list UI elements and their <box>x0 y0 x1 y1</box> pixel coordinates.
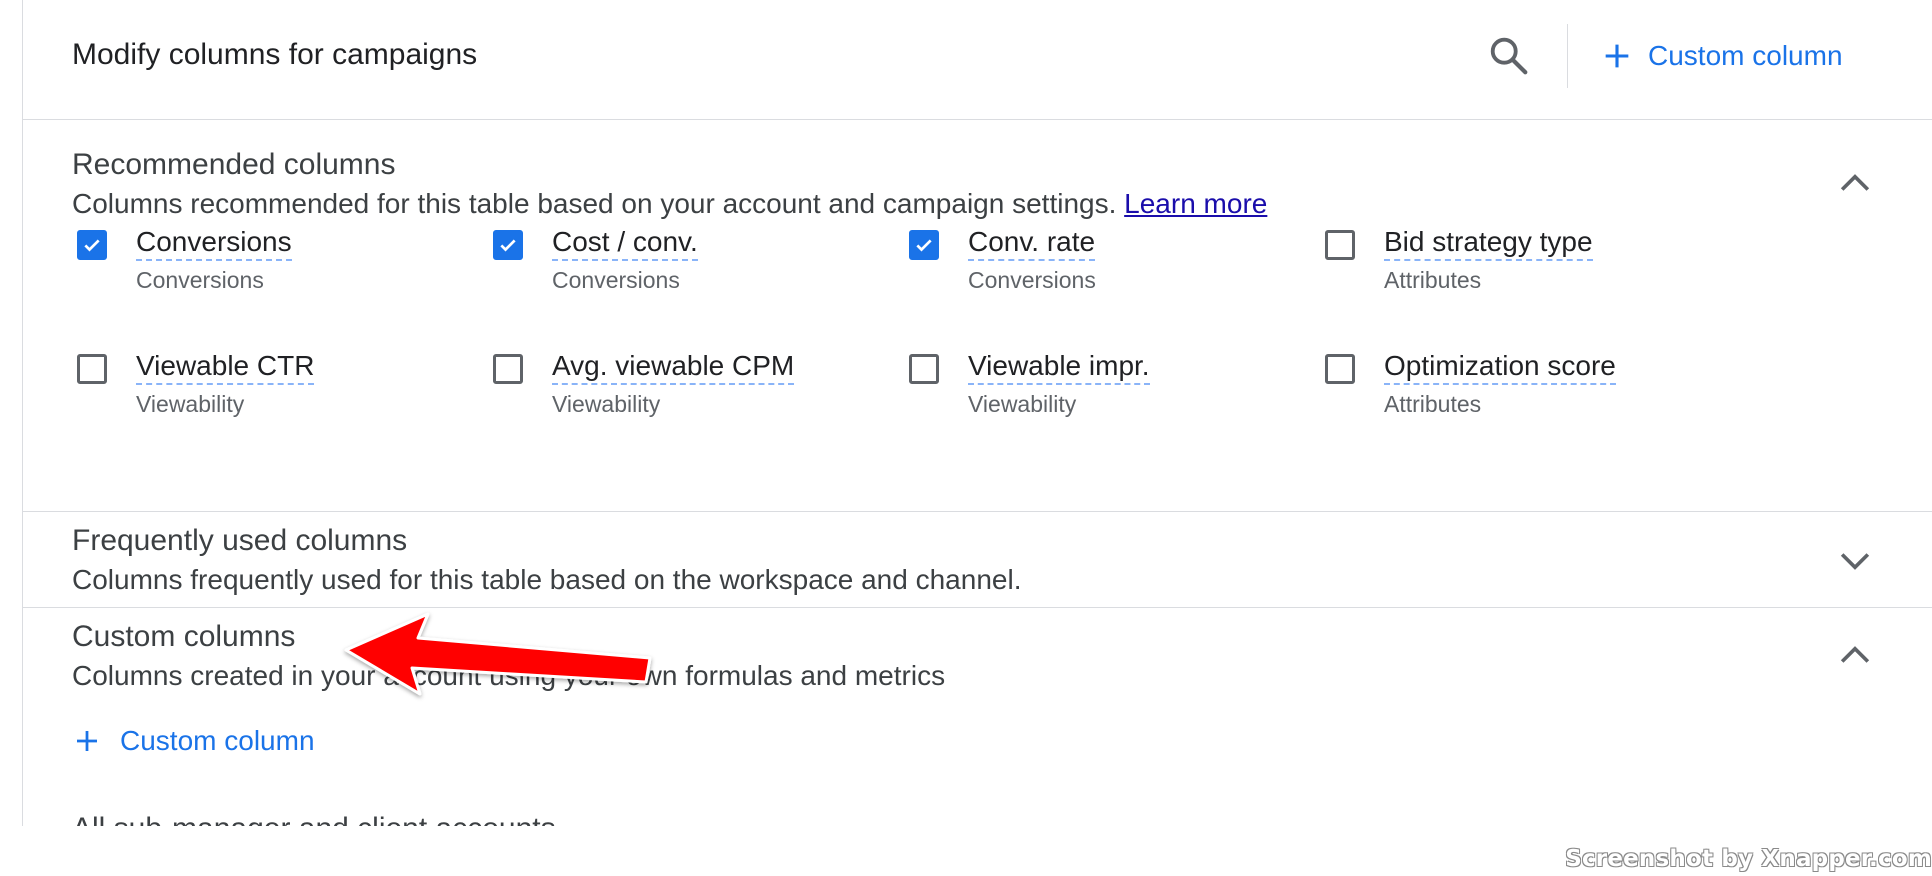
column-option-label[interactable]: Conv. rate <box>968 225 1096 261</box>
column-option-category: Conversions <box>968 267 1096 293</box>
column-option-label[interactable]: Viewable impr. <box>968 349 1150 385</box>
search-icon <box>1490 37 1528 75</box>
section-title: Custom columns <box>72 620 296 653</box>
watermark: Screenshot by Xnapper.com <box>1565 846 1932 872</box>
column-checkbox[interactable] <box>77 230 107 260</box>
add-custom-column-button[interactable]: Custom column <box>72 723 315 759</box>
column-checkbox[interactable] <box>909 230 939 260</box>
column-option: Conv. rate Conversions <box>909 225 1309 295</box>
section-title: Frequently used columns <box>72 524 408 557</box>
checkmark-icon <box>916 239 932 252</box>
all-accounts-section-title: All sub-manager and client accounts <box>72 812 556 826</box>
description-text: Columns recommended for this table based… <box>72 188 1117 219</box>
learn-more-link[interactable]: Learn more <box>1124 188 1267 219</box>
column-checkbox[interactable] <box>493 354 523 384</box>
column-option: Optimization score Attributes <box>1325 349 1725 419</box>
add-custom-column-button[interactable]: Custom column <box>1600 38 1843 74</box>
section-description: Columns recommended for this table based… <box>72 188 1267 220</box>
custom-columns-section: Custom columns Columns created in your a… <box>23 608 1932 826</box>
panel-header: Modify columns for campaigns Custom colu… <box>23 0 1932 120</box>
add-custom-column-label: Custom column <box>120 725 315 756</box>
column-option-label[interactable]: Bid strategy type <box>1384 225 1593 261</box>
column-option: Bid strategy type Attributes <box>1325 225 1725 295</box>
column-option-category: Attributes <box>1384 391 1482 417</box>
add-custom-column-label: Custom column <box>1648 40 1843 71</box>
collapse-recommended-button[interactable] <box>1833 162 1877 206</box>
plus-icon <box>77 731 97 751</box>
panel-title: Modify columns for campaigns <box>72 38 478 71</box>
column-option-label[interactable]: Avg. viewable CPM <box>552 349 795 385</box>
checkmark-icon <box>500 239 516 252</box>
header-divider <box>1567 24 1568 88</box>
column-checkbox[interactable] <box>1325 354 1355 384</box>
chevron-up-icon <box>1840 174 1870 191</box>
section-description: Columns frequently used for this table b… <box>72 564 1022 595</box>
column-option-category: Viewability <box>968 391 1077 417</box>
column-checkbox[interactable] <box>493 230 523 260</box>
column-checkbox[interactable] <box>909 354 939 384</box>
column-option: Viewable impr. Viewability <box>909 349 1309 419</box>
column-checkbox[interactable] <box>1325 230 1355 260</box>
recommended-columns-section: Recommended columns Columns recommended … <box>23 120 1932 512</box>
plus-icon <box>1605 44 1629 68</box>
column-option-label[interactable]: Cost / conv. <box>552 225 698 261</box>
checkmark-icon <box>84 239 100 252</box>
column-option-label[interactable]: Viewable CTR <box>136 349 315 385</box>
column-option: Conversions Conversions <box>77 225 477 295</box>
column-option: Avg. viewable CPM Viewability <box>493 349 893 419</box>
chevron-up-icon <box>1840 646 1870 663</box>
section-title: Recommended columns <box>72 148 396 181</box>
collapse-custom-button[interactable] <box>1833 634 1877 678</box>
expand-frequent-button[interactable] <box>1833 538 1877 582</box>
annotation-arrow-icon <box>344 612 652 696</box>
modify-columns-panel: Modify columns for campaigns Custom colu… <box>22 0 1932 826</box>
column-option-label[interactable]: Optimization score <box>1384 349 1616 385</box>
column-option-category: Conversions <box>552 267 680 293</box>
column-option-category: Viewability <box>136 391 245 417</box>
column-option: Viewable CTR Viewability <box>77 349 477 419</box>
chevron-down-icon <box>1840 553 1870 570</box>
search-button[interactable] <box>1486 33 1532 79</box>
frequently-used-columns-section: Frequently used columns Columns frequent… <box>23 512 1932 608</box>
expand-all-accounts-button[interactable] <box>1835 818 1879 826</box>
column-option: Cost / conv. Conversions <box>493 225 893 295</box>
column-option-category: Conversions <box>136 267 264 293</box>
column-option-category: Attributes <box>1384 267 1482 293</box>
column-option-category: Viewability <box>552 391 661 417</box>
column-option-label[interactable]: Conversions <box>136 225 292 261</box>
chevron-up-icon <box>1835 818 1879 826</box>
column-checkbox[interactable] <box>77 354 107 384</box>
